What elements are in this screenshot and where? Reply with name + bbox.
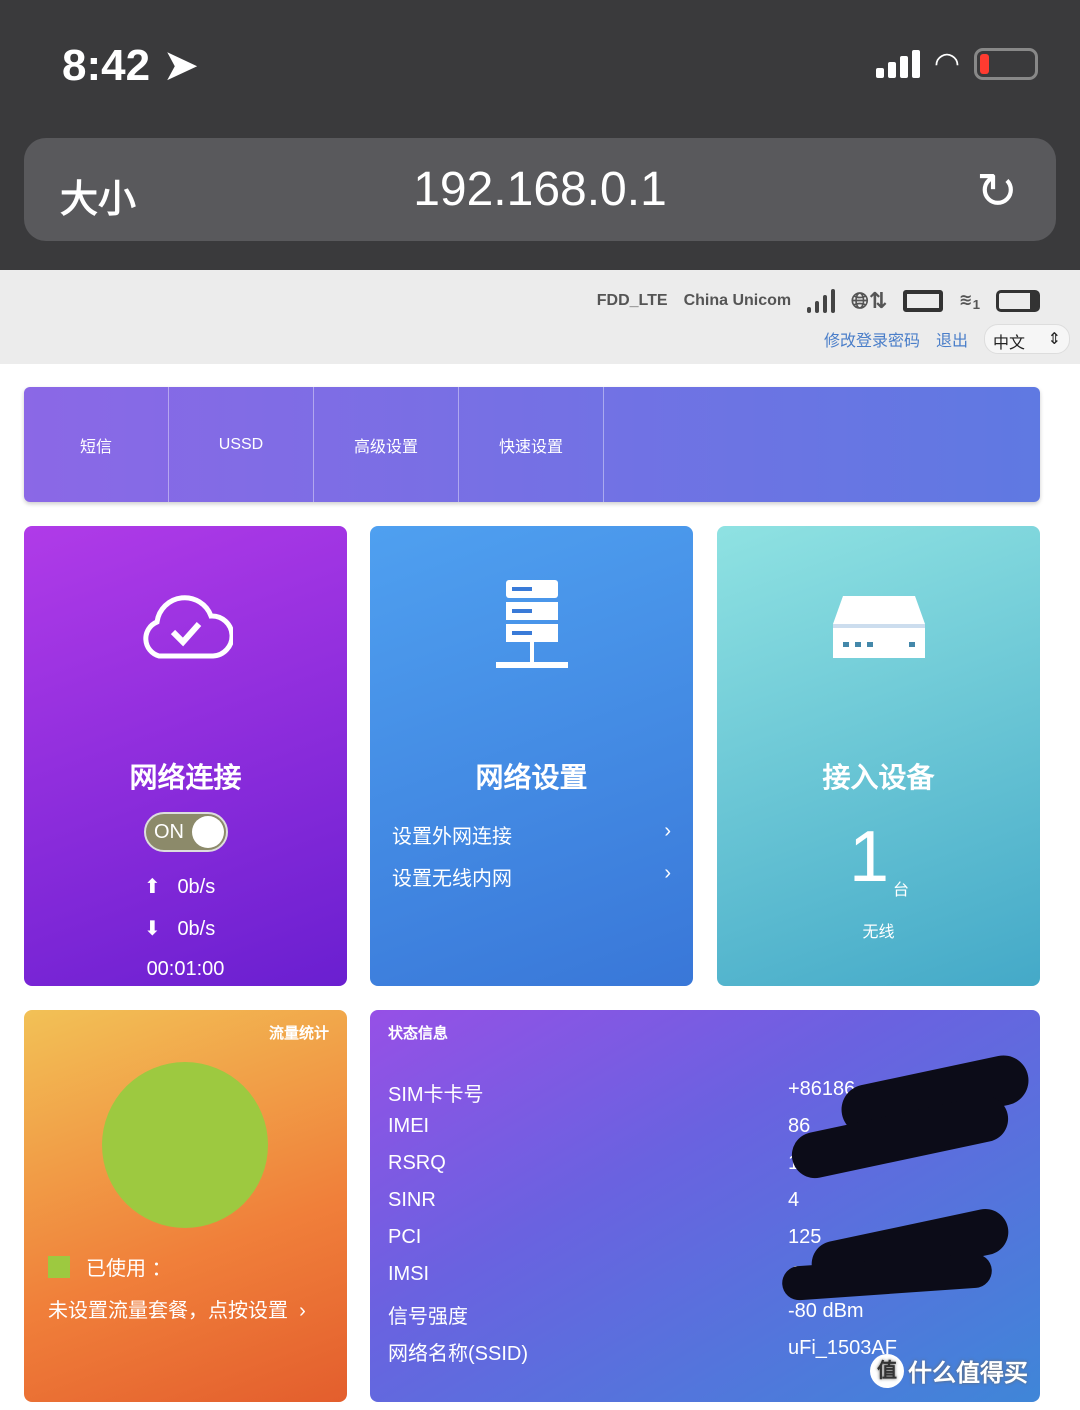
watermark-logo: 值	[870, 1353, 904, 1388]
upload-value: 0b/s	[177, 876, 216, 898]
row-label: IMEI	[388, 1115, 430, 1137]
cellular-signal-icon	[875, 49, 920, 78]
row-value: 4	[788, 1189, 800, 1211]
chevron-right-icon: ›	[299, 1300, 306, 1322]
download-value: 0b/s	[177, 918, 216, 940]
language-select[interactable]: 中文 ⇕	[984, 324, 1070, 354]
link-label: 设置无线内网	[392, 868, 512, 890]
device-unit: 台	[893, 882, 910, 899]
select-arrows-icon: ⇕	[1047, 331, 1061, 348]
wifi-clients-icon: ≋1	[959, 291, 980, 313]
nav-advanced-settings[interactable]: 高级设置	[314, 387, 459, 502]
logout-link[interactable]: 退出	[936, 327, 968, 351]
upload-rate: ⬆ 0b/s	[144, 874, 215, 899]
set-plan-link[interactable]: 未设置流量套餐，点按设置 ›	[48, 1294, 306, 1323]
carrier-name: China Unicom	[683, 292, 792, 309]
cloud-check-icon	[143, 595, 233, 659]
wlan-settings-link[interactable]: 设置无线内网 ›	[392, 862, 671, 891]
row-value: 125	[788, 1226, 822, 1248]
time-text: 8:42	[62, 41, 151, 90]
signal-strength-icon	[807, 289, 836, 313]
clock: 8:42 ➤	[62, 40, 199, 91]
row-label: 信号强度	[388, 1306, 468, 1328]
location-arrow-icon: ➤	[162, 41, 200, 90]
nav-quick-settings[interactable]: 快速设置	[459, 387, 604, 502]
nav-sms[interactable]: 短信	[24, 387, 169, 502]
device-count: 1	[849, 817, 890, 897]
status-info-card: 状态信息 SIM卡卡号+86186 IMEI86 RSRQ1 SINR4 PCI…	[370, 1010, 1040, 1402]
network-connection-card: 网络连接 ON ⬆ 0b/s ⬇ 0b/s 00:01:00	[24, 526, 347, 986]
status-row: 信号强度 -80 dBm	[388, 1300, 988, 1329]
change-password-link[interactable]: 修改登录密码	[824, 327, 920, 351]
address-bar[interactable]: 大小 192.168.0.1 ↻	[24, 138, 1056, 241]
url-text[interactable]: 192.168.0.1	[24, 162, 1056, 217]
toggle-label: ON	[154, 821, 184, 843]
reload-icon[interactable]: ↻	[976, 162, 1018, 220]
wifi-icon: ◠	[933, 47, 960, 80]
card-title: 接入设备	[822, 762, 935, 793]
connection-toggle[interactable]: ON	[144, 812, 228, 852]
row-label: SIM卡卡号	[388, 1084, 484, 1106]
row-value: -80 dBm	[788, 1300, 864, 1322]
traffic-pie-chart	[102, 1062, 268, 1228]
legend-swatch	[48, 1255, 70, 1278]
language-value: 中文	[993, 335, 1026, 352]
wifi-clients-count: 1	[972, 297, 980, 313]
traffic-stats-card[interactable]: 流量统计 已使用 ： 未设置流量套餐，点按设置 ›	[24, 1010, 347, 1402]
connection-duration: 00:01:00	[146, 958, 225, 980]
watermark: 值什么值得买	[870, 1353, 1028, 1388]
connected-devices-card: 接入设备 1 台 无线	[717, 526, 1040, 986]
row-label: PCI	[388, 1226, 422, 1248]
row-label: 网络名称(SSID)	[388, 1343, 528, 1365]
row-label: SINR	[388, 1189, 436, 1211]
network-settings-card: 网络设置 设置外网连接 › 设置无线内网 ›	[370, 526, 693, 986]
router-icon	[833, 596, 925, 658]
chevron-right-icon: ›	[664, 862, 671, 884]
card-title: 网络设置	[475, 762, 588, 793]
device-type: 无线	[862, 924, 895, 941]
ios-status-bar: 8:42 ➤ ◠ 大小 192.168.0.1 ↻	[0, 0, 1080, 270]
chevron-right-icon: ›	[664, 820, 671, 842]
status-row: SINR 4	[388, 1189, 988, 1212]
row-label: IMSI	[388, 1263, 430, 1285]
globe-data-icon: 🌐︎⇅	[851, 288, 888, 313]
download-arrow-icon: ⬇	[144, 918, 161, 940]
network-type: FDD_LTE	[596, 292, 668, 309]
used-legend: 已使用 ：	[48, 1252, 172, 1281]
upload-arrow-icon: ⬆	[144, 876, 161, 898]
legend-label: 已使用 ：	[86, 1258, 172, 1280]
notice-text: 未设置流量套餐，点按设置	[48, 1300, 288, 1322]
card-title: 流量统计	[268, 1025, 329, 1042]
server-icon	[496, 580, 568, 668]
sim-card-icon	[903, 290, 944, 312]
battery-icon	[974, 47, 1038, 80]
wan-settings-link[interactable]: 设置外网连接 ›	[392, 820, 671, 849]
router-header: FDD_LTE China Unicom 🌐︎⇅ ≋1 修改登录密码 退出 中文…	[0, 270, 1080, 364]
download-rate: ⬇ 0b/s	[144, 916, 215, 941]
card-title: 网络连接	[129, 762, 242, 793]
nav-ussd[interactable]: USSD	[169, 387, 314, 502]
card-title: 状态信息	[388, 1025, 449, 1042]
row-label: RSRQ	[388, 1152, 446, 1174]
battery-status-icon	[996, 290, 1040, 312]
link-label: 设置外网连接	[392, 826, 512, 848]
main-nav: 短信 USSD 高级设置 快速设置	[24, 387, 1040, 502]
